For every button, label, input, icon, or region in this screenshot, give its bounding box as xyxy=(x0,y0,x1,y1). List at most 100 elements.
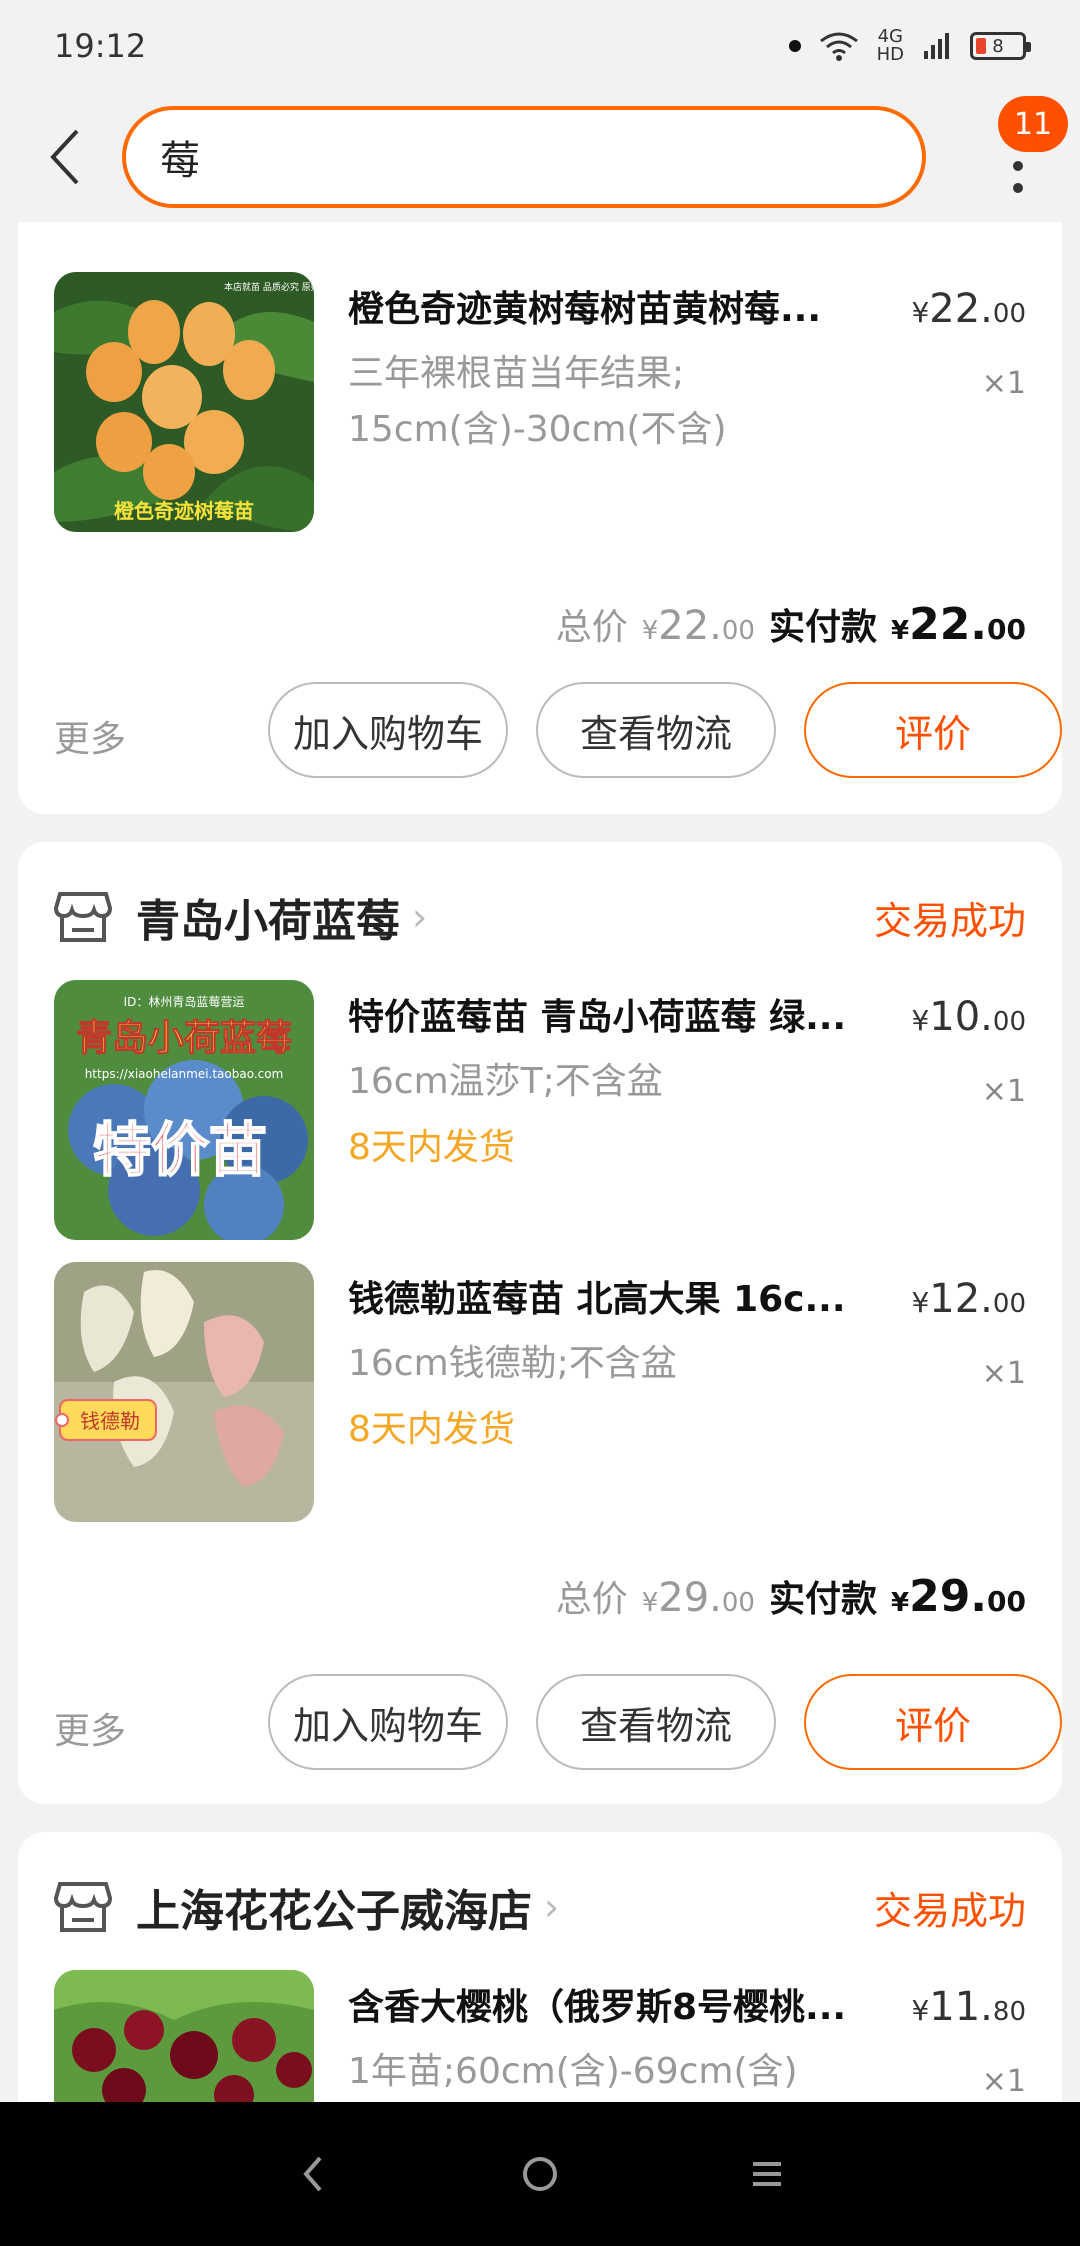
back-button[interactable] xyxy=(30,122,100,192)
svg-text:ID：林州青岛蓝莓营运: ID：林州青岛蓝莓营运 xyxy=(124,994,245,1009)
paid-dec: 00 xyxy=(987,613,1026,646)
paid-label: 实付款 xyxy=(768,607,877,648)
currency-symbol: ¥ xyxy=(641,1588,659,1618)
price-int: 12. xyxy=(929,1276,993,1322)
total-price: ¥22.00 xyxy=(642,603,755,649)
search-query: 莓 xyxy=(160,138,200,184)
unit-price: ¥11.80 xyxy=(911,1984,1026,2030)
message-badge: 11 xyxy=(998,96,1068,152)
shop-name[interactable]: 青岛小荷蓝莓 xyxy=(136,885,400,949)
order-status: 交易成功 xyxy=(873,898,1026,943)
top-bar: 莓 11 xyxy=(0,92,1080,222)
product-spec: 三年裸根苗当年结果; 15cm(含)-30cm(不含) xyxy=(348,346,808,458)
paid-label: 实付款 xyxy=(768,1579,877,1620)
unit-price: ¥10.00 xyxy=(911,994,1026,1040)
product-title[interactable]: 含香大樱桃（俄罗斯8号樱桃... xyxy=(348,1978,926,2030)
svg-text:钱德勒: 钱德勒 xyxy=(80,1409,140,1433)
price-int: 10. xyxy=(929,994,993,1040)
unit-price: ¥22.00 xyxy=(911,286,1026,332)
price-dec: 80 xyxy=(992,1997,1026,2027)
order-card: 青岛小荷蓝莓 › 交易成功 ID：林州青岛蓝莓营运 青岛小荷蓝莓 https:/… xyxy=(18,842,1062,1804)
product-thumbnail[interactable]: 本店就苗 品质必究 原始实苗 橙色奇迹树莓苗 xyxy=(54,272,314,532)
svg-text:青岛小荷蓝莓: 青岛小荷蓝莓 xyxy=(76,1018,292,1059)
product-title[interactable]: 钱德勒蓝莓苗 北高大果 16c... xyxy=(348,1270,926,1322)
status-bar: 19:12 4G HD 8 xyxy=(0,0,1080,92)
nav-home-icon xyxy=(522,2157,557,2191)
order-item[interactable]: 本店就苗 品质必究 原始实苗 橙色奇迹树莓苗 橙色奇迹黄树莓树苗黄树莓... 三… xyxy=(54,272,1026,532)
quantity: ×1 xyxy=(981,1356,1026,1391)
hd-label: HD xyxy=(876,44,904,65)
more-link[interactable]: 更多 xyxy=(54,710,126,762)
battery-icon: 8 xyxy=(970,32,1031,60)
order-card: 本店就苗 品质必究 原始实苗 橙色奇迹树莓苗 橙色奇迹黄树莓树苗黄树莓... 三… xyxy=(18,200,1062,814)
order-actions: 更多 加入购物车 查看物流 评价 xyxy=(54,682,1062,780)
status-icons: 4G HD 8 xyxy=(788,28,1031,64)
currency-symbol: ¥ xyxy=(911,1994,930,2027)
nav-back-icon xyxy=(303,2156,322,2192)
signal-icon xyxy=(924,33,949,59)
paid-int: 22. xyxy=(909,599,988,650)
shop-name[interactable]: 上海花花公子威海店 xyxy=(136,1875,532,1939)
dot-icon xyxy=(1013,161,1023,171)
svg-text:特价苗: 特价苗 xyxy=(93,1116,267,1184)
order-item[interactable]: 钱德勒 钱德勒蓝莓苗 北高大果 16c... 16cm钱德勒;不含盆 8天内发货… xyxy=(54,1262,1026,1522)
shop-header[interactable]: 上海花花公子威海店 › 交易成功 xyxy=(54,1872,1026,1942)
chevron-left-icon xyxy=(50,129,79,185)
nav-home-button[interactable] xyxy=(510,2144,570,2204)
store-icon xyxy=(54,892,112,942)
paid-int: 29. xyxy=(909,1571,988,1622)
price-dec: 00 xyxy=(992,1289,1026,1319)
price-dec: 00 xyxy=(992,299,1026,329)
product-title[interactable]: 橙色奇迹黄树莓树苗黄树莓... xyxy=(348,280,926,332)
dot-icon xyxy=(1013,183,1023,193)
add-to-cart-button[interactable]: 加入购物车 xyxy=(268,1674,508,1770)
shop-header[interactable]: 青岛小荷蓝莓 › 交易成功 xyxy=(54,882,1026,952)
product-spec: 16cm温莎T;不含盆 xyxy=(348,1061,663,1102)
total-dec: 00 xyxy=(721,616,755,646)
unit-price: ¥12.00 xyxy=(911,1276,1026,1322)
nav-menu-icon xyxy=(752,2162,781,2186)
status-time: 19:12 xyxy=(54,27,147,65)
order-total-row: 总价 ¥29.00 实付款 ¥29.00 xyxy=(556,1570,1026,1622)
order-actions: 更多 加入购物车 查看物流 评价 xyxy=(54,1674,1062,1772)
price-int: 11. xyxy=(929,1984,993,2030)
view-logistics-button[interactable]: 查看物流 xyxy=(536,682,776,778)
price-dec: 00 xyxy=(992,1007,1026,1037)
network-indicator: 4G HD xyxy=(877,28,904,64)
review-button[interactable]: 评价 xyxy=(804,1674,1062,1770)
paid-amount: ¥22.00 xyxy=(891,599,1026,650)
product-spec: 16cm钱德勒;不含盆 xyxy=(348,1343,677,1384)
system-nav-bar xyxy=(0,2102,1080,2246)
total-price: ¥29.00 xyxy=(642,1575,755,1621)
currency-symbol: ¥ xyxy=(911,1004,930,1037)
quantity: ×1 xyxy=(981,366,1026,401)
nav-back-button[interactable] xyxy=(283,2144,343,2204)
product-thumbnail[interactable]: ID：林州青岛蓝莓营运 青岛小荷蓝莓 https://xiaohelanmei.… xyxy=(54,980,314,1240)
product-thumbnail[interactable]: 钱德勒 xyxy=(54,1262,314,1522)
product-spec: 1年苗;60cm(含)-69cm(含) xyxy=(348,2051,798,2092)
blueberry-image: ID：林州青岛蓝莓营运 青岛小荷蓝莓 https://xiaohelanmei.… xyxy=(54,980,314,1240)
currency-symbol: ¥ xyxy=(890,616,910,646)
nav-recents-button[interactable] xyxy=(737,2144,797,2204)
shipping-note: 8天内发货 xyxy=(348,1127,515,1168)
battery-level: 8 xyxy=(992,35,1004,57)
view-logistics-button[interactable]: 查看物流 xyxy=(536,1674,776,1770)
svg-text:橙色奇迹树莓苗: 橙色奇迹树莓苗 xyxy=(114,499,254,523)
more-menu-button[interactable] xyxy=(1006,142,1030,212)
shipping-note: 8天内发货 xyxy=(348,1409,515,1450)
total-int: 22. xyxy=(658,603,722,649)
total-int: 29. xyxy=(658,1575,722,1621)
raspberry-image: 本店就苗 品质必究 原始实苗 橙色奇迹树莓苗 xyxy=(54,272,314,532)
search-input[interactable]: 莓 xyxy=(122,106,926,208)
add-to-cart-button[interactable]: 加入购物车 xyxy=(268,682,508,778)
chevron-right-icon: › xyxy=(412,895,428,939)
blueberry-flower-image: 钱德勒 xyxy=(54,1262,314,1522)
review-button[interactable]: 评价 xyxy=(804,682,1062,778)
more-link[interactable]: 更多 xyxy=(54,1702,126,1754)
total-dec: 00 xyxy=(721,1588,755,1618)
currency-symbol: ¥ xyxy=(890,1588,910,1618)
spec-text: 三年裸根苗当年结果; 15cm(含)-30cm(不含) xyxy=(348,353,727,450)
product-title[interactable]: 特价蓝莓苗 青岛小荷蓝莓 绿... xyxy=(348,988,926,1040)
order-item[interactable]: ID：林州青岛蓝莓营运 青岛小荷蓝莓 https://xiaohelanmei.… xyxy=(54,980,1026,1240)
store-icon xyxy=(54,1882,112,1932)
